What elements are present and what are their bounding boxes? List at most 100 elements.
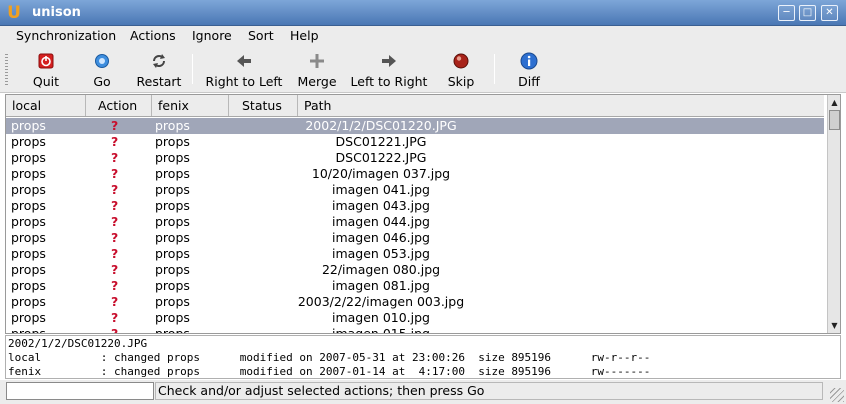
row-local-status: props [11, 198, 46, 213]
table-row[interactable]: props? props DSC01222.JPG [6, 150, 824, 166]
minimize-button[interactable]: ─ [778, 5, 795, 21]
menu-sort[interactable]: Sort [248, 28, 274, 43]
row-fenix-status: props [155, 278, 190, 293]
table-row[interactable]: props? props DSC01221.JPG [6, 134, 824, 150]
left-to-right-button[interactable]: Left to Right [347, 50, 431, 90]
row-fenix-status: props [155, 198, 190, 213]
details-fenix: fenix : changed props modified on 2007-0… [8, 365, 651, 378]
table-row[interactable]: props? props imagen 043.jpg [6, 198, 824, 214]
vertical-scrollbar[interactable]: ▲ ▼ [827, 95, 840, 333]
table-row[interactable]: props? props imagen 046.jpg [6, 230, 824, 246]
scroll-up-icon[interactable]: ▲ [828, 96, 840, 109]
row-action-icon[interactable]: ? [111, 198, 118, 214]
row-local-status: props [11, 118, 46, 133]
column-header-local[interactable]: local [6, 95, 86, 116]
table-row[interactable]: props? props imagen 010.jpg [6, 310, 824, 326]
details-local: local : changed props modified on 2007-0… [8, 351, 651, 364]
merge-button[interactable]: Merge [294, 50, 340, 90]
row-action-icon[interactable]: ? [111, 150, 118, 166]
row-local-status: props [11, 310, 46, 325]
row-action-icon[interactable]: ? [111, 278, 118, 294]
column-header-status[interactable]: Status [229, 95, 298, 116]
table-row[interactable]: props? props 2002/1/2/DSC01220.JPG [6, 118, 824, 134]
row-action-icon[interactable]: ? [111, 326, 118, 333]
scroll-down-icon[interactable]: ▼ [828, 319, 840, 332]
row-path: 10/20/imagen 037.jpg [311, 166, 451, 181]
table-row[interactable]: props? props imagen 041.jpg [6, 182, 824, 198]
table-row[interactable]: props? props 22/imagen 080.jpg [6, 262, 824, 278]
table-row[interactable]: props? props imagen 081.jpg [6, 278, 824, 294]
row-action-icon[interactable]: ? [111, 134, 118, 150]
table-row[interactable]: props? props 10/20/imagen 037.jpg [6, 166, 824, 182]
file-list[interactable]: local Action fenix Status Path props? pro… [5, 94, 841, 334]
row-fenix-status: props [155, 182, 190, 197]
power-icon [38, 53, 54, 69]
row-local-status: props [11, 246, 46, 261]
row-action-icon[interactable]: ? [111, 182, 118, 198]
row-path: imagen 010.jpg [331, 310, 430, 325]
row-action-icon[interactable]: ? [111, 118, 118, 134]
menu-ignore[interactable]: Ignore [192, 28, 232, 43]
arrow-right-icon [382, 55, 396, 67]
row-fenix-status: props [155, 166, 190, 181]
menu-bar: Synchronization Actions Ignore Sort Help [0, 26, 846, 46]
row-path: imagen 043.jpg [331, 198, 430, 213]
go-icon [95, 54, 109, 68]
close-button[interactable]: ✕ [821, 5, 838, 21]
row-path: imagen 081.jpg [331, 278, 430, 293]
skip-stop-icon [453, 53, 469, 69]
column-header-action[interactable]: Action [86, 95, 152, 116]
row-path: imagen 041.jpg [331, 182, 430, 197]
row-fenix-status: props [155, 230, 190, 245]
scroll-thumb[interactable] [829, 110, 840, 130]
row-action-icon[interactable]: ? [111, 310, 118, 326]
quit-button[interactable]: Quit [26, 50, 66, 90]
right-to-left-button[interactable]: Right to Left [202, 50, 286, 90]
maximize-button[interactable]: □ [799, 5, 816, 21]
table-row[interactable]: props? props 2003/2/22/imagen 003.jpg [6, 294, 824, 310]
skip-button[interactable]: Skip [441, 50, 481, 90]
row-path: DSC01221.JPG [335, 134, 427, 149]
table-row[interactable]: props? props imagen 015.jpg [6, 326, 824, 333]
column-header-fenix[interactable]: fenix [152, 95, 229, 116]
menu-help[interactable]: Help [290, 28, 319, 43]
unison-app-icon: U [7, 3, 21, 23]
row-action-icon[interactable]: ? [111, 262, 118, 278]
refresh-icon [153, 54, 165, 68]
row-action-icon[interactable]: ? [111, 246, 118, 262]
menu-synchronization[interactable]: Synchronization [16, 28, 116, 43]
row-local-status: props [11, 134, 46, 149]
diff-button[interactable]: Diff [509, 50, 549, 90]
row-path: imagen 053.jpg [331, 246, 430, 261]
row-fenix-status: props [155, 118, 190, 133]
row-local-status: props [11, 262, 46, 277]
toolbar-grip[interactable] [5, 54, 8, 86]
row-action-icon[interactable]: ? [111, 214, 118, 230]
row-fenix-status: props [155, 150, 190, 165]
row-fenix-status: props [155, 294, 190, 309]
row-local-status: props [11, 150, 46, 165]
row-action-icon[interactable]: ? [111, 230, 118, 246]
go-button[interactable]: Go [82, 50, 122, 90]
status-input[interactable] [6, 382, 154, 400]
row-fenix-status: props [155, 310, 190, 325]
resize-grip-icon[interactable] [830, 388, 844, 402]
table-row[interactable]: props? props imagen 053.jpg [6, 246, 824, 262]
toolbar-separator [494, 54, 495, 84]
status-bar: Check and/or adjust selected actions; th… [0, 380, 846, 404]
restart-button[interactable]: Restart [134, 50, 184, 90]
row-local-status: props [11, 166, 46, 181]
column-headers: local Action fenix Status Path [6, 95, 824, 117]
row-action-icon[interactable]: ? [111, 294, 118, 310]
column-header-path[interactable]: Path [298, 95, 824, 116]
info-icon [520, 52, 538, 70]
row-fenix-status: props [155, 214, 190, 229]
arrow-left-icon [237, 55, 251, 67]
merge-plus-icon [310, 54, 324, 68]
status-message: Check and/or adjust selected actions; th… [155, 382, 823, 400]
row-action-icon[interactable]: ? [111, 166, 118, 182]
menu-actions[interactable]: Actions [130, 28, 176, 43]
table-row[interactable]: props? props imagen 044.jpg [6, 214, 824, 230]
details-pane: 2002/1/2/DSC01220.JPG local : changed pr… [5, 335, 841, 379]
row-local-status: props [11, 230, 46, 245]
